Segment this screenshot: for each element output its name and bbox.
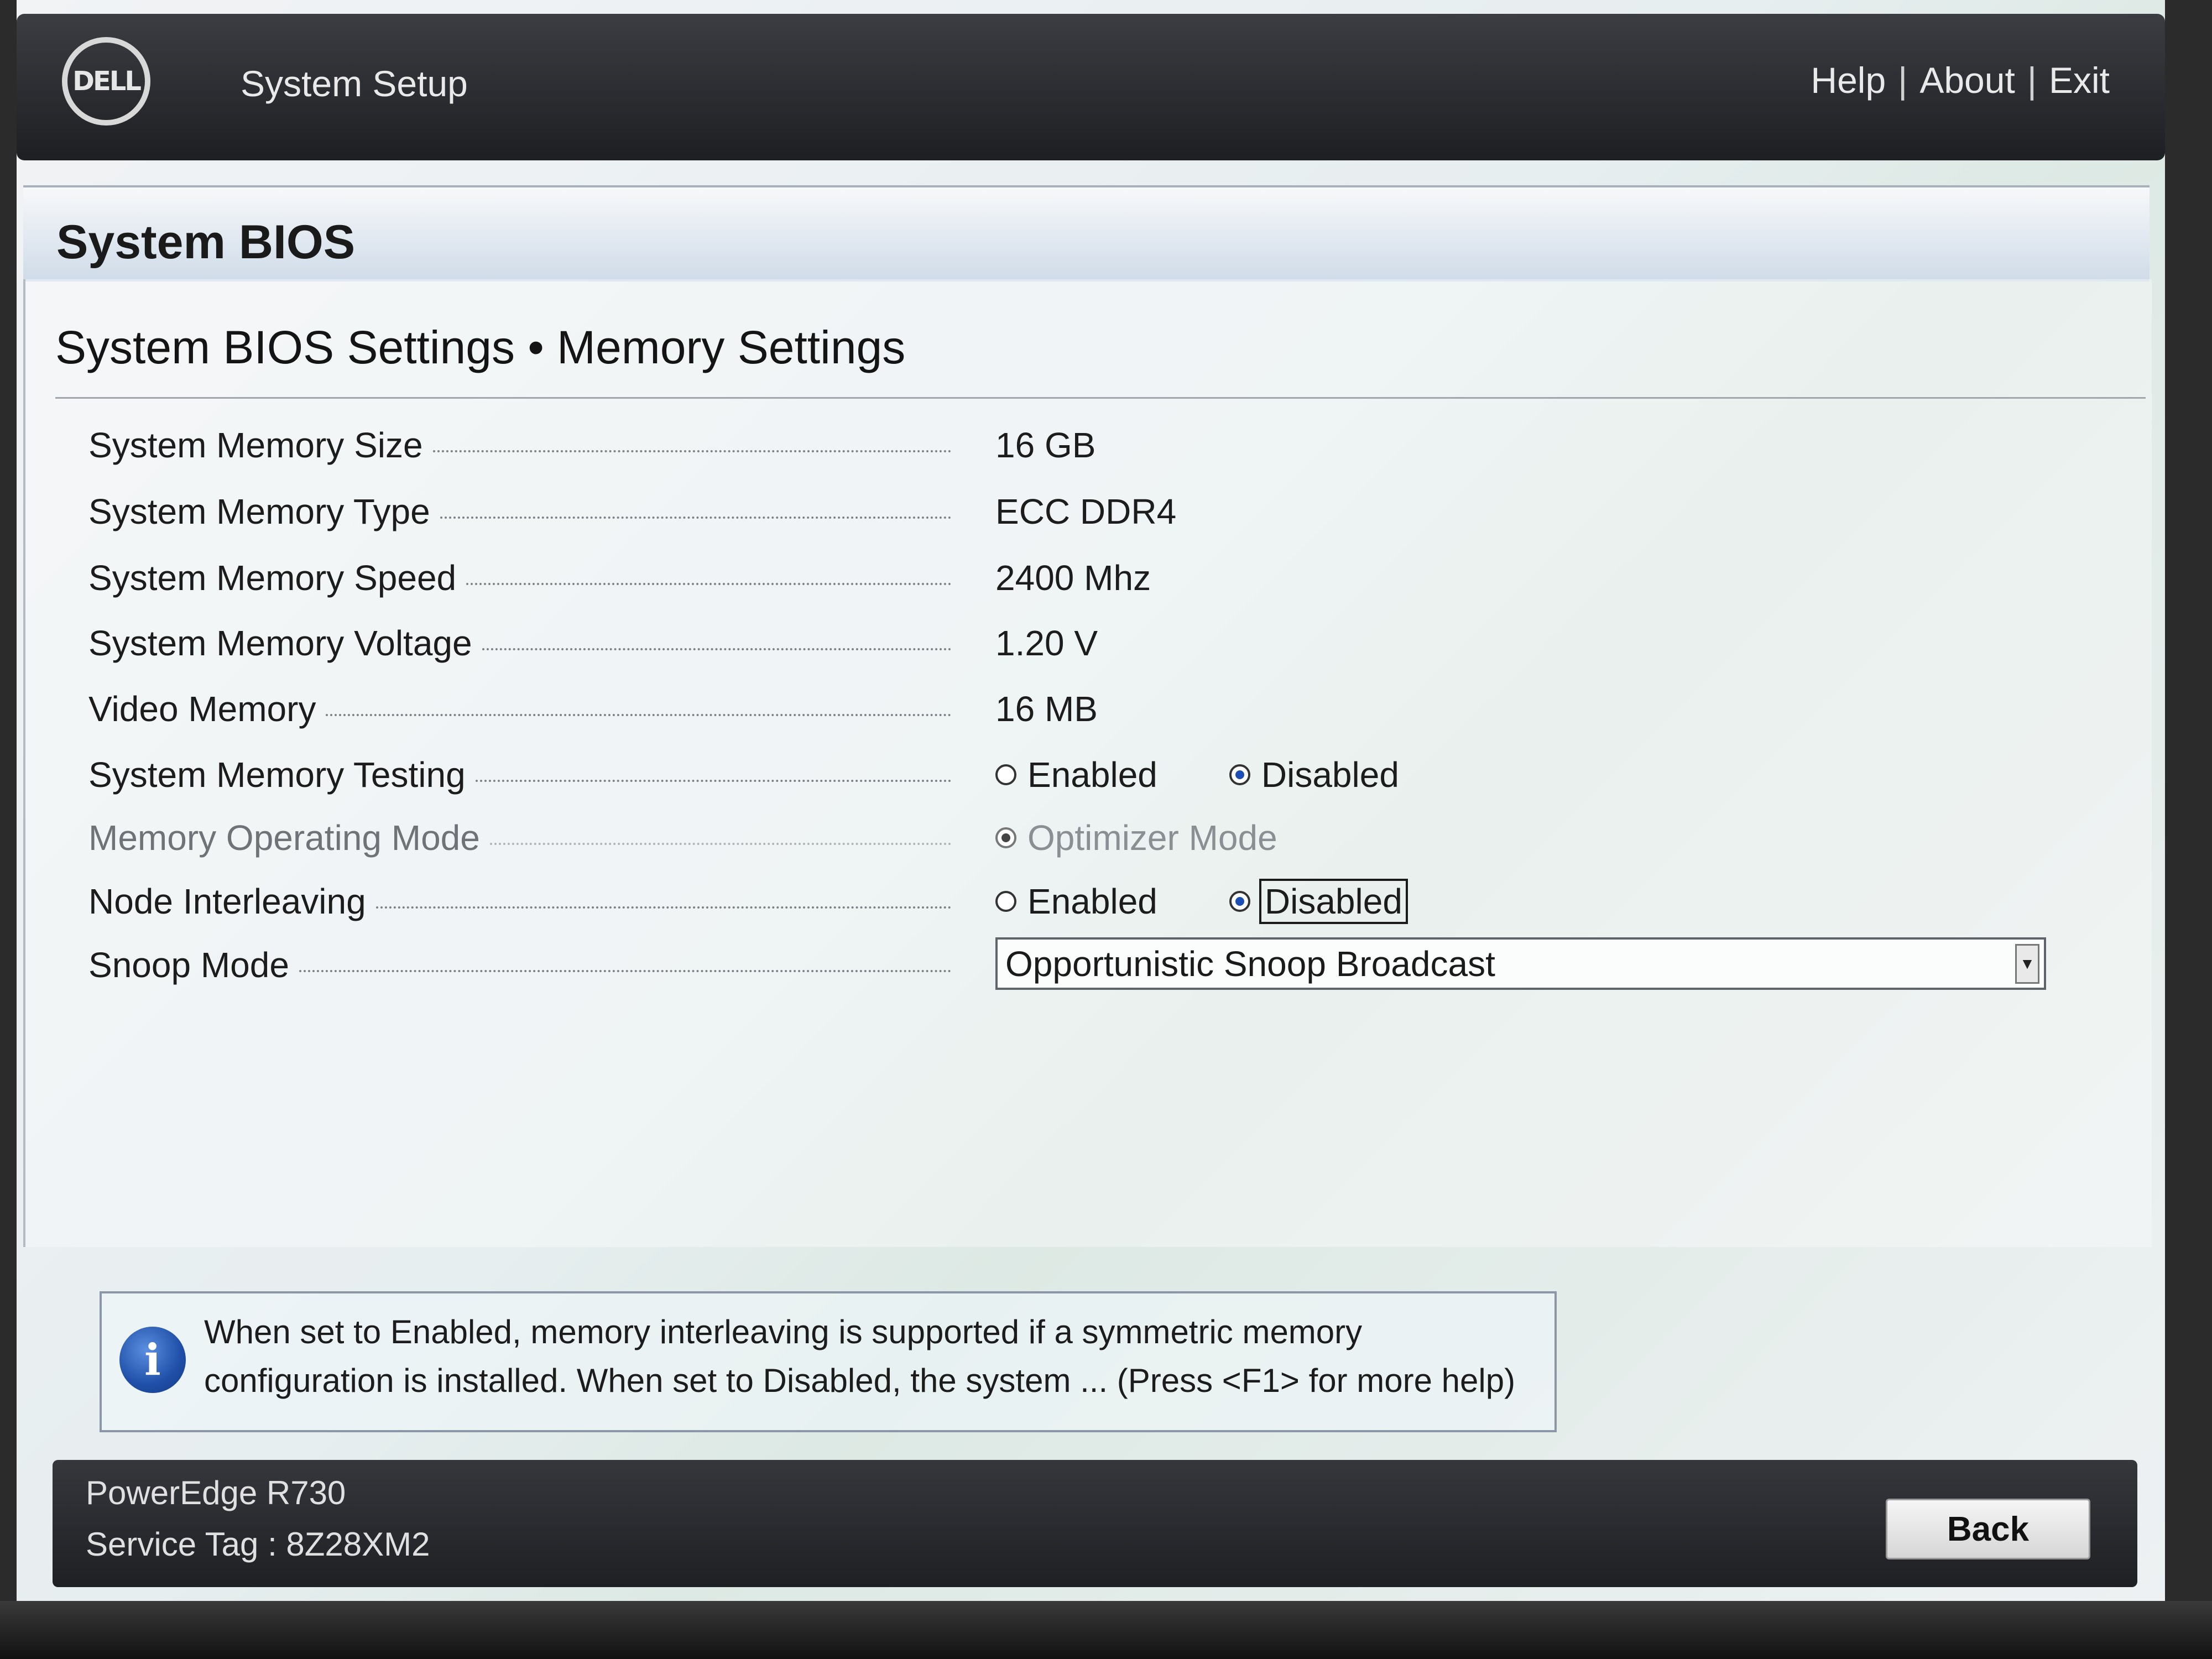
setting-row-memory-operating-mode: Memory Operating Mode Optimizer Mode xyxy=(88,813,2079,863)
service-tag: Service Tag : 8Z28XM2 xyxy=(86,1526,430,1563)
back-button[interactable]: Back xyxy=(1886,1499,2090,1559)
setting-row-memory-voltage: System Memory Voltage 1.20 V xyxy=(88,618,2079,668)
link-separator: | xyxy=(1898,60,1908,101)
help-link[interactable]: Help xyxy=(1811,60,1886,101)
link-separator: | xyxy=(2027,60,2037,101)
setting-row-memory-type: System Memory Type ECC DDR4 xyxy=(88,487,2079,536)
help-box: i When set to Enabled, memory interleavi… xyxy=(100,1291,1557,1432)
radio-memory-testing-enabled[interactable]: Enabled xyxy=(995,754,1157,795)
setting-value: ECC DDR4 xyxy=(995,492,1177,531)
setting-label: System Memory Voltage xyxy=(88,618,951,668)
exit-link[interactable]: Exit xyxy=(2049,60,2110,101)
setting-label: System Memory Speed xyxy=(88,553,951,603)
dropdown-arrow-icon[interactable]: ▼ xyxy=(2015,944,2039,984)
section-divider xyxy=(55,397,2146,399)
dell-logo: DELL xyxy=(62,37,150,126)
setting-label: Memory Operating Mode xyxy=(88,813,951,863)
system-model: PowerEdge R730 xyxy=(86,1474,346,1511)
setting-row-video-memory: Video Memory 16 MB xyxy=(88,684,2079,734)
radio-unselected-icon xyxy=(995,891,1016,912)
setting-value: 16 MB xyxy=(995,689,1098,729)
help-line-2: configuration is installed. When set to … xyxy=(204,1362,1516,1399)
radio-group-memory-testing: Enabled Disabled xyxy=(995,750,1465,800)
footer-bar: PowerEdge R730 Service Tag : 8Z28XM2 Bac… xyxy=(53,1460,2137,1587)
setting-label: System Memory Size xyxy=(88,420,951,470)
snoop-mode-select[interactable]: Opportunistic Snoop Broadcast ▼ xyxy=(995,937,2046,990)
radio-group-node-interleaving: Enabled Disabled xyxy=(995,877,1472,926)
setting-value: 1.20 V xyxy=(995,623,1098,663)
setting-row-memory-testing: System Memory Testing Enabled Disabled xyxy=(88,750,2079,800)
setting-label: Snoop Mode xyxy=(88,940,951,990)
setting-label: Video Memory xyxy=(88,684,951,734)
setting-value: 16 GB xyxy=(995,425,1096,465)
setting-row-memory-size: System Memory Size 16 GB xyxy=(88,420,2079,470)
page-title-band: System BIOS xyxy=(23,185,2150,281)
radio-selected-icon xyxy=(1229,891,1250,912)
app-title: System Setup xyxy=(241,63,468,104)
setting-row-node-interleaving: Node Interleaving Enabled Disabled xyxy=(88,877,2079,926)
bios-screen: DELL System Setup Help | About | Exit System… xyxy=(17,0,2165,1601)
radio-optimizer-mode: Optimizer Mode xyxy=(995,817,1277,858)
page-title: System BIOS xyxy=(56,216,356,269)
radio-group-memory-operating-mode: Optimizer Mode xyxy=(995,813,1344,863)
monitor-bezel xyxy=(0,1601,2212,1659)
radio-selected-icon xyxy=(1229,764,1250,785)
help-line-1: When set to Enabled, memory interleaving… xyxy=(204,1313,1363,1350)
header-links: Help | About | Exit xyxy=(1811,59,2110,101)
setting-label: Node Interleaving xyxy=(88,877,951,926)
radio-memory-testing-disabled[interactable]: Disabled xyxy=(1229,754,1399,795)
radio-node-interleaving-enabled[interactable]: Enabled xyxy=(995,881,1157,922)
radio-selected-icon xyxy=(995,827,1016,848)
radio-unselected-icon xyxy=(995,764,1016,785)
radio-node-interleaving-disabled[interactable]: Disabled xyxy=(1229,879,1408,924)
setting-label: System Memory Type xyxy=(88,487,951,536)
header-bar: DELL System Setup Help | About | Exit xyxy=(17,14,2165,160)
setting-row-memory-speed: System Memory Speed 2400 Mhz xyxy=(88,553,2079,603)
about-link[interactable]: About xyxy=(1919,60,2015,101)
setting-label: System Memory Testing xyxy=(88,750,951,800)
info-icon: i xyxy=(119,1327,186,1393)
setting-value: 2400 Mhz xyxy=(995,558,1151,598)
help-text: When set to Enabled, memory interleaving… xyxy=(204,1308,1542,1405)
section-title: System BIOS Settings • Memory Settings xyxy=(55,321,906,373)
setting-row-snoop-mode: Snoop Mode Opportunistic Snoop Broadcast… xyxy=(88,937,2079,990)
